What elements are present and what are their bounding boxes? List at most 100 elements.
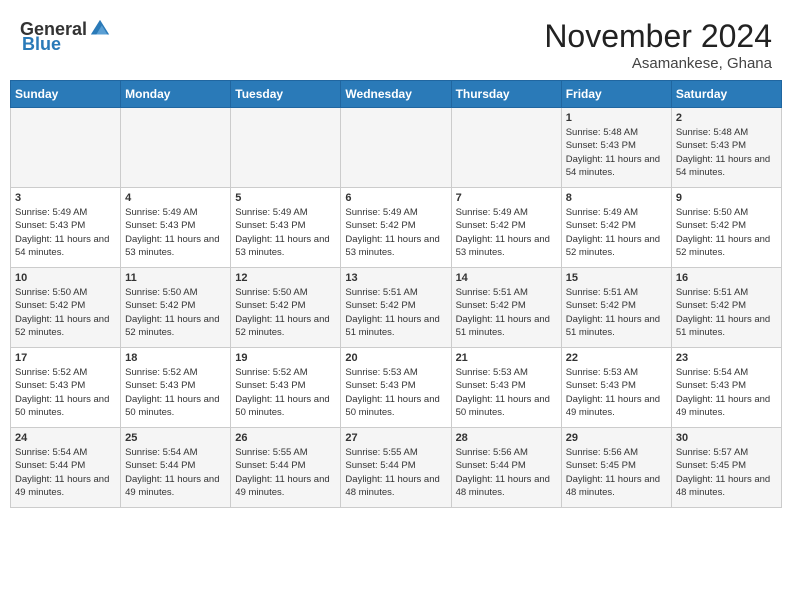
calendar-cell: 7 Sunrise: 5:49 AMSunset: 5:42 PMDaylight… bbox=[451, 188, 561, 268]
day-info: Sunrise: 5:52 AMSunset: 5:43 PMDaylight:… bbox=[125, 366, 226, 419]
calendar-header: SundayMondayTuesdayWednesdayThursdayFrid… bbox=[11, 81, 782, 108]
day-info: Sunrise: 5:57 AMSunset: 5:45 PMDaylight:… bbox=[676, 446, 777, 499]
day-of-week-header: Monday bbox=[121, 81, 231, 108]
day-info: Sunrise: 5:53 AMSunset: 5:43 PMDaylight:… bbox=[456, 366, 557, 419]
calendar-cell: 12 Sunrise: 5:50 AMSunset: 5:42 PMDayligh… bbox=[231, 268, 341, 348]
calendar-cell: 22 Sunrise: 5:53 AMSunset: 5:43 PMDayligh… bbox=[561, 348, 671, 428]
calendar-cell: 26 Sunrise: 5:55 AMSunset: 5:44 PMDayligh… bbox=[231, 428, 341, 508]
calendar-cell: 25 Sunrise: 5:54 AMSunset: 5:44 PMDayligh… bbox=[121, 428, 231, 508]
calendar-cell: 1 Sunrise: 5:48 AMSunset: 5:43 PMDaylight… bbox=[561, 108, 671, 188]
day-info: Sunrise: 5:49 AMSunset: 5:42 PMDaylight:… bbox=[345, 206, 446, 259]
calendar-cell: 14 Sunrise: 5:51 AMSunset: 5:42 PMDayligh… bbox=[451, 268, 561, 348]
day-info: Sunrise: 5:49 AMSunset: 5:43 PMDaylight:… bbox=[125, 206, 226, 259]
day-info: Sunrise: 5:51 AMSunset: 5:42 PMDaylight:… bbox=[345, 286, 446, 339]
day-number: 26 bbox=[235, 432, 336, 444]
page-header: General Blue November 2024 Asamankese, G… bbox=[10, 10, 782, 76]
day-number: 21 bbox=[456, 352, 557, 364]
calendar-cell: 28 Sunrise: 5:56 AMSunset: 5:44 PMDayligh… bbox=[451, 428, 561, 508]
calendar-cell: 9 Sunrise: 5:50 AMSunset: 5:42 PMDaylight… bbox=[671, 188, 781, 268]
day-number: 8 bbox=[566, 192, 667, 204]
calendar-cell: 23Sunrise: 5:54 AMSunset: 5:43 PMDayligh… bbox=[671, 348, 781, 428]
day-info: Sunrise: 5:56 AMSunset: 5:44 PMDaylight:… bbox=[456, 446, 557, 499]
day-number: 11 bbox=[125, 272, 226, 284]
day-number: 7 bbox=[456, 192, 557, 204]
day-number: 24 bbox=[15, 432, 116, 444]
day-number: 28 bbox=[456, 432, 557, 444]
day-of-week-header: Wednesday bbox=[341, 81, 451, 108]
day-info: Sunrise: 5:50 AMSunset: 5:42 PMDaylight:… bbox=[676, 206, 777, 259]
day-of-week-header: Friday bbox=[561, 81, 671, 108]
day-info: Sunrise: 5:52 AMSunset: 5:43 PMDaylight:… bbox=[15, 366, 116, 419]
calendar-cell: 24Sunrise: 5:54 AMSunset: 5:44 PMDayligh… bbox=[11, 428, 121, 508]
day-info: Sunrise: 5:51 AMSunset: 5:42 PMDaylight:… bbox=[456, 286, 557, 339]
day-info: Sunrise: 5:54 AMSunset: 5:44 PMDaylight:… bbox=[125, 446, 226, 499]
day-number: 25 bbox=[125, 432, 226, 444]
day-number: 30 bbox=[676, 432, 777, 444]
day-info: Sunrise: 5:52 AMSunset: 5:43 PMDaylight:… bbox=[235, 366, 336, 419]
day-number: 10 bbox=[15, 272, 116, 284]
day-number: 6 bbox=[345, 192, 446, 204]
calendar-cell bbox=[451, 108, 561, 188]
day-info: Sunrise: 5:49 AMSunset: 5:42 PMDaylight:… bbox=[566, 206, 667, 259]
calendar-week-row: 3Sunrise: 5:49 AMSunset: 5:43 PMDaylight… bbox=[11, 188, 782, 268]
day-info: Sunrise: 5:55 AMSunset: 5:44 PMDaylight:… bbox=[345, 446, 446, 499]
location-subtitle: Asamankese, Ghana bbox=[544, 55, 772, 72]
calendar-cell: 29Sunrise: 5:56 AMSunset: 5:45 PMDayligh… bbox=[561, 428, 671, 508]
day-info: Sunrise: 5:55 AMSunset: 5:44 PMDaylight:… bbox=[235, 446, 336, 499]
calendar-cell: 4 Sunrise: 5:49 AMSunset: 5:43 PMDaylight… bbox=[121, 188, 231, 268]
calendar-cell bbox=[231, 108, 341, 188]
day-number: 15 bbox=[566, 272, 667, 284]
day-number: 23 bbox=[676, 352, 777, 364]
day-info: Sunrise: 5:49 AMSunset: 5:42 PMDaylight:… bbox=[456, 206, 557, 259]
calendar-cell: 17Sunrise: 5:52 AMSunset: 5:43 PMDayligh… bbox=[11, 348, 121, 428]
day-info: Sunrise: 5:53 AMSunset: 5:43 PMDaylight:… bbox=[566, 366, 667, 419]
calendar-cell: 8 Sunrise: 5:49 AMSunset: 5:42 PMDaylight… bbox=[561, 188, 671, 268]
day-number: 19 bbox=[235, 352, 336, 364]
day-number: 12 bbox=[235, 272, 336, 284]
day-info: Sunrise: 5:48 AMSunset: 5:43 PMDaylight:… bbox=[676, 126, 777, 179]
calendar-week-row: 17Sunrise: 5:52 AMSunset: 5:43 PMDayligh… bbox=[11, 348, 782, 428]
calendar-cell: 15Sunrise: 5:51 AMSunset: 5:42 PMDayligh… bbox=[561, 268, 671, 348]
calendar-cell: 13 Sunrise: 5:51 AMSunset: 5:42 PMDayligh… bbox=[341, 268, 451, 348]
calendar-cell: 27 Sunrise: 5:55 AMSunset: 5:44 PMDayligh… bbox=[341, 428, 451, 508]
title-block: November 2024 Asamankese, Ghana bbox=[544, 18, 772, 72]
day-number: 9 bbox=[676, 192, 777, 204]
day-info: Sunrise: 5:48 AMSunset: 5:43 PMDaylight:… bbox=[566, 126, 667, 179]
calendar-cell bbox=[341, 108, 451, 188]
day-number: 18 bbox=[125, 352, 226, 364]
day-number: 1 bbox=[566, 112, 667, 124]
day-info: Sunrise: 5:49 AMSunset: 5:43 PMDaylight:… bbox=[15, 206, 116, 259]
day-number: 14 bbox=[456, 272, 557, 284]
month-year-title: November 2024 bbox=[544, 18, 772, 55]
calendar-cell bbox=[11, 108, 121, 188]
day-info: Sunrise: 5:51 AMSunset: 5:42 PMDaylight:… bbox=[676, 286, 777, 339]
day-info: Sunrise: 5:50 AMSunset: 5:42 PMDaylight:… bbox=[235, 286, 336, 339]
day-info: Sunrise: 5:50 AMSunset: 5:42 PMDaylight:… bbox=[15, 286, 116, 339]
calendar-cell: 30 Sunrise: 5:57 AMSunset: 5:45 PMDayligh… bbox=[671, 428, 781, 508]
calendar-cell: 2 Sunrise: 5:48 AMSunset: 5:43 PMDaylight… bbox=[671, 108, 781, 188]
logo-blue-text: Blue bbox=[22, 34, 61, 55]
day-number: 16 bbox=[676, 272, 777, 284]
day-of-week-header: Saturday bbox=[671, 81, 781, 108]
calendar-table: SundayMondayTuesdayWednesdayThursdayFrid… bbox=[10, 80, 782, 508]
calendar-week-row: 10 Sunrise: 5:50 AMSunset: 5:42 PMDayligh… bbox=[11, 268, 782, 348]
day-number: 22 bbox=[566, 352, 667, 364]
calendar-body: 1 Sunrise: 5:48 AMSunset: 5:43 PMDaylight… bbox=[11, 108, 782, 508]
day-number: 13 bbox=[345, 272, 446, 284]
day-number: 27 bbox=[345, 432, 446, 444]
calendar-cell: 5 Sunrise: 5:49 AMSunset: 5:43 PMDaylight… bbox=[231, 188, 341, 268]
day-number: 4 bbox=[125, 192, 226, 204]
calendar-cell: 16 Sunrise: 5:51 AMSunset: 5:42 PMDayligh… bbox=[671, 268, 781, 348]
calendar-week-row: 1 Sunrise: 5:48 AMSunset: 5:43 PMDaylight… bbox=[11, 108, 782, 188]
day-info: Sunrise: 5:49 AMSunset: 5:43 PMDaylight:… bbox=[235, 206, 336, 259]
calendar-week-row: 24 Sunrise: 5:54 AMSunset: 5:44 PMDayligh… bbox=[11, 428, 782, 508]
days-of-week-row: SundayMondayTuesdayWednesdayThursdayFrid… bbox=[11, 81, 782, 108]
calendar-cell: 18 Sunrise: 5:52 AMSunset: 5:43 PMDayligh… bbox=[121, 348, 231, 428]
day-number: 5 bbox=[235, 192, 336, 204]
calendar-cell: 3Sunrise: 5:49 AMSunset: 5:43 PMDaylight… bbox=[11, 188, 121, 268]
day-of-week-header: Thursday bbox=[451, 81, 561, 108]
calendar-cell: 10 Sunrise: 5:50 AMSunset: 5:42 PMDayligh… bbox=[11, 268, 121, 348]
calendar-cell: 6 Sunrise: 5:49 AMSunset: 5:42 PMDaylight… bbox=[341, 188, 451, 268]
day-info: Sunrise: 5:50 AMSunset: 5:42 PMDaylight:… bbox=[125, 286, 226, 339]
day-number: 2 bbox=[676, 112, 777, 124]
